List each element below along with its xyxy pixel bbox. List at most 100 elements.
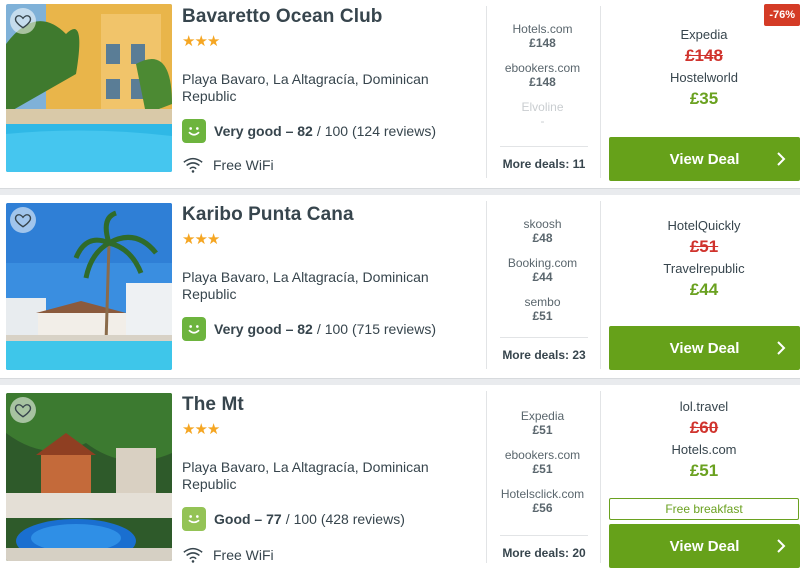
wifi-label: Free WiFi [213,547,274,563]
hotel-card[interactable]: Bavaretto Ocean Club ★★★ Playa Bavaro, L… [0,0,800,189]
chevron-right-icon [777,341,786,355]
deal-item[interactable]: skoosh £48 [490,217,595,256]
deal-price: £51 [532,309,553,323]
hotel-address: Playa Bavaro, La Altagracía, Dominican R… [182,459,429,492]
hotel-card[interactable]: The Mt ★★★ Playa Bavaro, La Altagracía, … [0,385,800,569]
deal-provider: Hotels.com [512,22,573,36]
deal-item[interactable]: Expedia £51 [490,409,595,448]
hotel-photo[interactable] [6,203,172,370]
deal-item[interactable]: ebookers.com £51 [490,448,595,487]
deal-price: £148 [529,36,556,50]
hotel-name[interactable]: The Mt [182,394,482,416]
deal-item[interactable]: ebookers.com £148 [490,61,595,100]
deal-provider: Elvoline [521,100,564,114]
deal-item[interactable]: Hotelsclick.com £56 [490,487,595,526]
view-deal-button[interactable]: View Deal [609,524,800,568]
rating-details: 100 (715 reviews) [324,321,436,337]
original-price: £51 [689,237,719,256]
hotel-photo[interactable] [6,4,172,172]
best-provider-original: lol.travel [679,399,729,414]
wifi-icon [183,547,203,563]
deal-provider: Expedia [520,409,565,423]
best-provider: Hotels.com [671,442,737,457]
deal-provider: Booking.com [507,256,578,270]
deal-provider: Hotelsclick.com [500,487,585,501]
deal-price: £44 [532,270,553,284]
column-divider [600,391,601,563]
original-price: £148 [685,46,723,65]
deal-price: £148 [529,75,556,89]
deal-price: £48 [532,231,553,245]
deal-price: - [540,114,545,128]
view-deal-button[interactable]: View Deal [609,326,800,370]
column-divider [600,201,601,369]
rating-details: 100 (124 reviews) [324,123,436,139]
rating-separator: / [316,321,321,337]
best-deal: Expedia £148 Hostelworld £35 [608,27,800,109]
other-deals: Hotels.com £148 ebookers.com £148 Elvoline… [490,22,595,139]
rating-details: 100 (428 reviews) [293,511,405,527]
hotel-name[interactable]: Karibo Punta Cana [182,204,482,226]
wifi-icon [183,157,203,173]
rating-label: Good – 77 [214,511,282,527]
hotel-name[interactable]: Bavaretto Ocean Club [182,6,482,28]
wifi-label: Free WiFi [213,157,274,173]
rating-separator: / [285,511,290,527]
column-divider [600,6,601,178]
deal-item[interactable]: Hotels.com £148 [490,22,595,61]
smiley-icon [182,507,206,531]
more-deals-link[interactable]: More deals: 11 [500,146,588,171]
star-rating: ★★★ [182,231,220,248]
favorite-heart-icon[interactable] [10,397,36,423]
amenity-wifi: Free WiFi [182,156,274,174]
deal-price: £56 [532,501,553,515]
view-deal-label: View Deal [669,339,740,357]
discount-badge: -76% [764,4,800,26]
rating-separator: / [316,123,321,139]
best-provider-original: HotelQuickly [667,218,741,233]
deal-item[interactable]: sembo £51 [490,295,595,334]
free-breakfast-badge: Free breakfast [609,498,799,520]
rating-label: Very good – 82 [214,123,313,139]
column-divider [486,201,487,369]
review-rating[interactable]: Very good – 82 / 100 (124 reviews) [182,119,436,143]
amenity-wifi: Free WiFi [182,546,274,564]
rating-label: Very good – 82 [214,321,313,337]
deal-provider: sembo [524,295,561,309]
best-deal: HotelQuickly £51 Travelrepublic £44 [608,218,800,300]
review-rating[interactable]: Good – 77 / 100 (428 reviews) [182,507,405,531]
best-price: £44 [689,280,719,299]
more-deals-link[interactable]: More deals: 20 [500,535,588,560]
favorite-heart-icon[interactable] [10,207,36,233]
favorite-heart-icon[interactable] [10,8,36,34]
smiley-icon [182,317,206,341]
view-deal-label: View Deal [669,150,740,168]
view-deal-label: View Deal [669,537,740,555]
deal-price: £51 [532,423,553,437]
hotel-photo[interactable] [6,393,172,561]
best-provider: Travelrepublic [663,261,745,276]
chevron-right-icon [777,539,786,553]
other-deals: Expedia £51 ebookers.com £51 Hotelsclick.c… [490,409,595,526]
column-divider [486,391,487,563]
best-provider-original: Expedia [680,27,728,42]
best-deal: lol.travel £60 Hotels.com £51 [608,399,800,481]
original-price: £60 [689,418,719,437]
hotel-address: Playa Bavaro, La Altagracía, Dominican R… [182,71,429,104]
review-rating[interactable]: Very good – 82 / 100 (715 reviews) [182,317,436,341]
deal-item[interactable]: Elvoline - [490,100,595,139]
star-rating: ★★★ [182,33,220,50]
deal-price: £51 [532,462,553,476]
deal-provider: ebookers.com [504,448,581,462]
deal-item[interactable]: Booking.com £44 [490,256,595,295]
hotel-card[interactable]: Karibo Punta Cana ★★★ Playa Bavaro, La A… [0,195,800,379]
column-divider [486,6,487,178]
star-rating: ★★★ [182,421,220,438]
best-price: £35 [689,89,719,108]
deal-provider: skoosh [523,217,562,231]
best-price: £51 [689,461,719,480]
other-deals: skoosh £48 Booking.com £44 sembo £51 [490,217,595,334]
more-deals-link[interactable]: More deals: 23 [500,337,588,362]
deal-provider: ebookers.com [504,61,581,75]
view-deal-button[interactable]: View Deal [609,137,800,181]
